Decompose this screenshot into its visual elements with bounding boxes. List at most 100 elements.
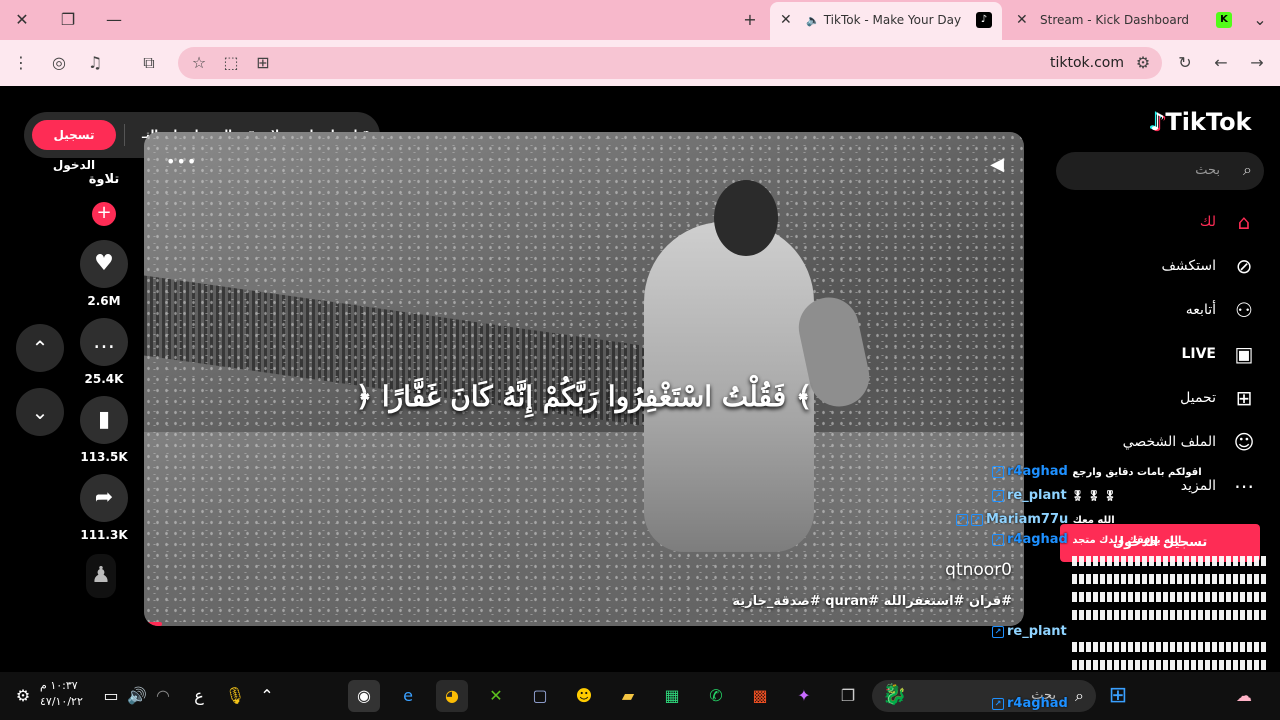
minimize-window-icon[interactable]: —	[102, 8, 126, 32]
windows-start-icon[interactable]: ⊞	[1102, 680, 1134, 712]
comment-count: 25.4K	[84, 372, 124, 386]
chat-app-icon[interactable]: ▦	[656, 680, 688, 712]
video-progress-bar[interactable]	[144, 622, 1024, 626]
settings-gear-icon[interactable]: ⚙	[10, 680, 36, 712]
tray-chevron-icon[interactable]: ⌃	[254, 680, 280, 712]
clock-time: ١٠:٣٧ م	[40, 679, 78, 692]
compass-icon: ⊘	[1235, 254, 1253, 278]
comment-action[interactable]: … 25.4K	[80, 318, 128, 386]
like-count: 2.6M	[87, 294, 121, 308]
microsoft-store-icon[interactable]: ▩	[744, 680, 776, 712]
sidebar-item-live[interactable]: LIVE ▣	[1064, 338, 1264, 370]
wifi-icon[interactable]: ◠	[150, 680, 176, 712]
snapchat-icon[interactable]: ☻	[568, 680, 600, 712]
chrome-browser-icon[interactable]: ◕	[436, 680, 468, 712]
edge-browser-icon[interactable]: e	[392, 680, 424, 712]
divider	[124, 124, 125, 146]
video-progress-fill	[144, 622, 162, 626]
search-placeholder: بحث	[1195, 163, 1220, 178]
login-button[interactable]: تسجيل الدخول	[32, 120, 116, 172]
chat-badge-icon: ↗	[992, 625, 1004, 638]
like-action[interactable]: ♥ 2.6M	[80, 240, 128, 308]
video-player[interactable]: ••• ◀ ﴿ فَقُلْتُ اسْتَغْفِرُوا رَبَّكُمْ…	[144, 132, 1024, 626]
site-settings-icon[interactable]: ⚙	[1132, 52, 1154, 74]
media-controls-icon[interactable]: ♫	[84, 52, 106, 74]
previous-video-button[interactable]: ⌃	[16, 324, 64, 372]
more-options-icon[interactable]: •••	[166, 152, 197, 171]
chat-message: ↗ ↗ Mariam77u الله معك	[956, 512, 1115, 527]
close-tab-icon[interactable]: ✕	[780, 2, 792, 38]
chat-badge-icon: ↗	[971, 513, 983, 526]
live-icon: ▣	[1234, 342, 1254, 366]
task-view-icon[interactable]: ❐	[832, 680, 864, 712]
copilot-icon[interactable]: ✦	[788, 680, 820, 712]
video-hashtags[interactable]: #قران #استغفرالله #quran #صدقة_جارية	[732, 594, 1012, 609]
menu-kebab-icon[interactable]: ⋮	[10, 52, 32, 74]
share-count: 111.3K	[80, 528, 128, 542]
system-clock[interactable]: ١٠:٣٧ م ٤٧/١٠/٢٢	[40, 678, 83, 710]
xbox-icon[interactable]: ✕	[480, 680, 512, 712]
heart-icon[interactable]: ♥	[80, 240, 128, 288]
widgets-icon[interactable]: ☁	[1228, 680, 1260, 712]
chat-message: ↗ r4aghad اقولكم بامات دقايق وارجع	[992, 464, 1202, 479]
chat-message: ↗ r4aghad	[992, 696, 1068, 711]
profile-icon[interactable]: ◎	[48, 52, 70, 74]
whatsapp-icon[interactable]: ✆	[700, 680, 732, 712]
file-explorer-icon[interactable]: ▰	[612, 680, 644, 712]
input-language[interactable]: ع	[186, 680, 212, 712]
search-highlight-icon: 🐉	[882, 682, 907, 706]
address-bar[interactable]: ☆ ⬚ ⊞ tiktok.com ⚙	[178, 47, 1162, 79]
translate-icon[interactable]: ⊞	[252, 52, 274, 74]
sidebar-item-following[interactable]: أتابعه ⚇	[1064, 294, 1264, 326]
restore-window-icon[interactable]: ❐	[56, 8, 80, 32]
chat-message: ↗ re_plant 🎖 🎖 🎖	[992, 488, 1116, 503]
chat-badge-icon: ↗	[992, 465, 1004, 478]
next-video-button[interactable]: ⌄	[16, 388, 64, 436]
share-action[interactable]: ➦ 111.3K	[80, 474, 128, 542]
reload-icon[interactable]: ↻	[1174, 52, 1196, 74]
close-tab-icon[interactable]: ✕	[1016, 2, 1028, 38]
tab-tiktok[interactable]: ✕ 🔈 TikTok - Make Your Day ♪	[770, 2, 1002, 40]
sidebar-item-for-you[interactable]: لك ⌂	[1064, 206, 1264, 238]
sidebar-item-profile[interactable]: الملف الشخصي ☺	[1064, 426, 1264, 458]
bookmark-icon[interactable]: ▮	[80, 396, 128, 444]
follow-plus-button[interactable]: +	[92, 202, 116, 226]
search-icon[interactable]: ⌕	[1243, 160, 1252, 180]
save-page-icon[interactable]: ⬚	[220, 52, 242, 74]
video-figure-head	[714, 180, 778, 256]
microphone-icon[interactable]: 🎙	[222, 680, 248, 712]
battery-icon[interactable]: ▭	[98, 680, 124, 712]
sidebar-item-upload[interactable]: تحميل ⊞	[1064, 382, 1264, 414]
photos-app-icon[interactable]: ▢	[524, 680, 556, 712]
screen: ✕ ❐ — + ✕ 🔈 TikTok - Make Your Day ♪ ✕ St…	[0, 0, 1280, 720]
clock-date: ٤٧/١٠/٢٢	[40, 695, 83, 708]
back-icon[interactable]: →	[1246, 52, 1268, 74]
sidebar-item-label: لك	[1199, 214, 1216, 230]
tab-title: 🔈 TikTok - Make Your Day	[806, 13, 962, 27]
home-icon: ⌂	[1237, 210, 1251, 234]
tab-search-chevron-icon[interactable]: ⌄	[1248, 8, 1272, 32]
sidebar-item-explore[interactable]: استكشف ⊘	[1064, 250, 1264, 282]
video-username[interactable]: qtnoor0	[945, 560, 1012, 580]
save-action[interactable]: ▮ 113.5K	[80, 396, 128, 464]
creator-avatar[interactable]: تلاوة	[84, 172, 124, 187]
volume-icon[interactable]: ◀	[990, 154, 1004, 175]
chat-spam-row	[1072, 610, 1268, 620]
extensions-icon[interactable]: ⧉	[138, 52, 160, 74]
tiktok-logo[interactable]: ♪TikTok	[1150, 108, 1252, 136]
sidebar-item-label: الملف الشخصي	[1122, 434, 1216, 450]
profile-icon: ☺	[1233, 430, 1255, 454]
bookmark-star-icon[interactable]: ☆	[188, 52, 210, 74]
close-window-icon[interactable]: ✕	[10, 8, 34, 32]
chat-spam-row	[1072, 556, 1268, 566]
sound-disc-icon[interactable]: ♟	[86, 554, 116, 598]
tab-kick[interactable]: ✕ Stream - Kick Dashboard K	[1006, 2, 1242, 40]
forward-disabled-icon[interactable]: ←	[1210, 52, 1232, 74]
volume-icon[interactable]: 🔊	[124, 680, 150, 712]
obs-app-icon[interactable]: ◉	[348, 680, 380, 712]
comment-icon[interactable]: …	[80, 318, 128, 366]
share-icon[interactable]: ➦	[80, 474, 128, 522]
new-tab-button[interactable]: +	[738, 8, 762, 32]
search-input[interactable]: بحث ⌕	[1056, 152, 1264, 190]
chat-badge-icon: ↗	[992, 697, 1004, 710]
